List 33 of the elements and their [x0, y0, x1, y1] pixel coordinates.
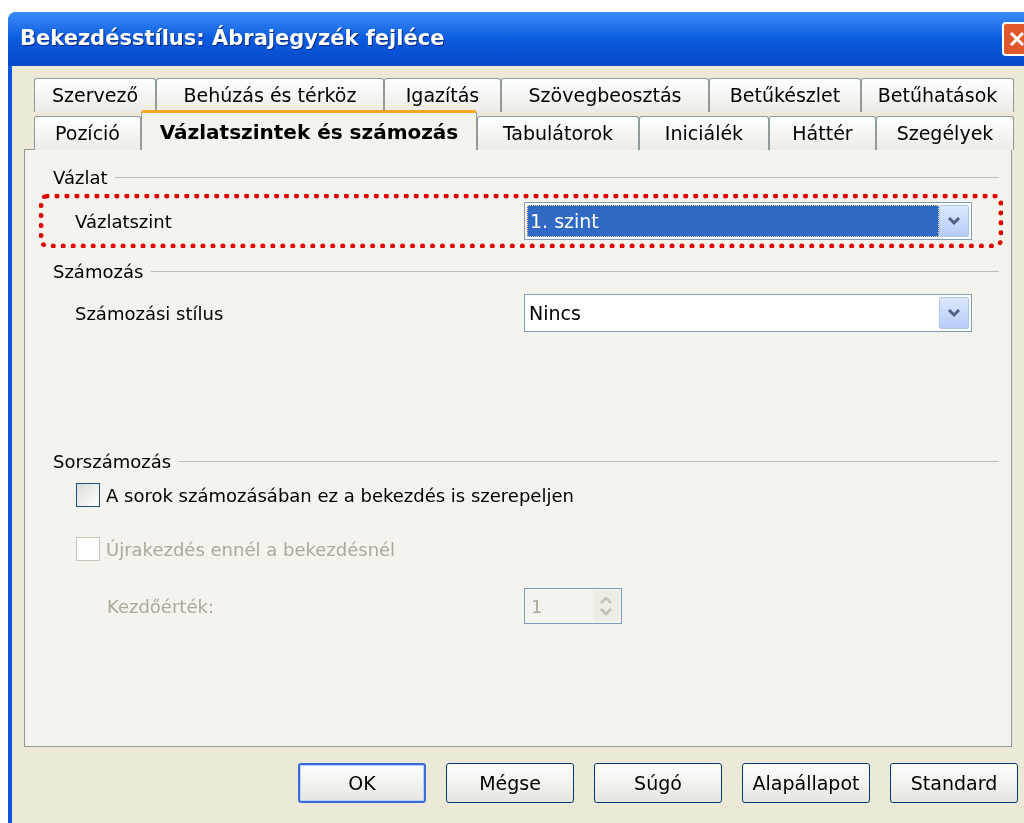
tab[interactable]: Betűkészlet — [709, 78, 861, 112]
group-heading: Vázlat — [53, 165, 108, 190]
dialog-button[interactable]: Standard — [890, 763, 1018, 803]
spin-field: 1 — [524, 588, 622, 624]
tab[interactable]: Szervező — [34, 78, 156, 112]
close-button[interactable] — [1002, 22, 1024, 56]
selected-tab[interactable]: Vázlatszintek és számozás — [141, 110, 477, 150]
outline-level-dropdown[interactable]: 1. szint — [524, 202, 972, 240]
dialog-button[interactable]: Mégse — [446, 763, 574, 803]
checkbox-label: Újrakezdés ennél a bekezdésnél — [106, 537, 396, 562]
checkbox[interactable] — [76, 483, 100, 507]
field-label: Vázlatszint — [74, 209, 173, 234]
dialog-button[interactable]: Alapállapot — [742, 763, 870, 803]
field-label: Kezdőérték: — [106, 594, 215, 619]
tab[interactable]: Iniciálék — [639, 116, 769, 150]
tab[interactable]: Betűhatások — [861, 78, 1014, 112]
spin-arrows-icon — [593, 591, 619, 621]
group-heading: Sorszámozás — [53, 449, 172, 474]
tab[interactable]: Behúzás és térköz — [156, 78, 384, 112]
window-title: Bekezdésstílus: Ábrajegyzék fejléce — [20, 24, 445, 53]
numbering-style-dropdown[interactable]: Nincs — [524, 294, 972, 332]
field-label: Számozási stílus — [74, 301, 225, 326]
tab[interactable]: Igazítás — [384, 78, 501, 112]
close-icon — [1008, 30, 1024, 48]
dialog-button[interactable]: Súgó — [594, 763, 722, 803]
group-heading: Számozás — [53, 259, 144, 284]
tab[interactable]: Szegélyek — [876, 116, 1014, 150]
tab[interactable]: Szövegbeosztás — [501, 78, 709, 112]
tab[interactable]: Tabulátorok — [477, 116, 639, 150]
checkbox-label: A sorok számozásában ez a bekezdés is szerepeljen — [106, 483, 574, 508]
tab[interactable]: Pozíció — [34, 116, 141, 150]
tab[interactable]: Háttér — [769, 116, 876, 150]
dialog-button[interactable]: OK — [298, 763, 426, 803]
